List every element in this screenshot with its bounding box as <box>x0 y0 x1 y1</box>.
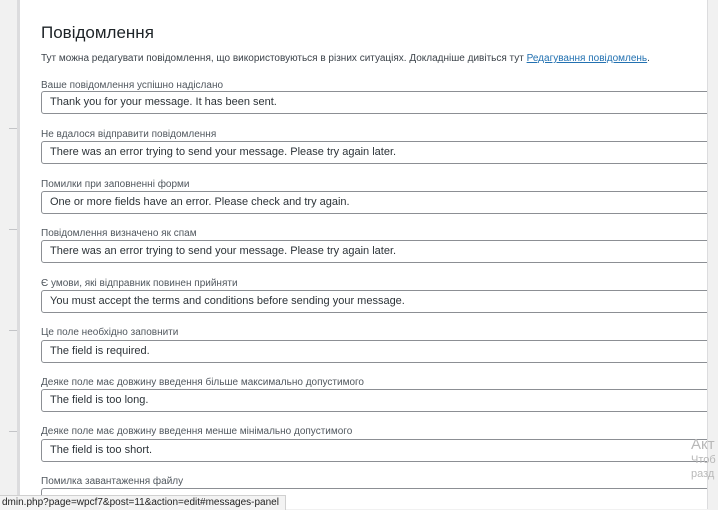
field-label-mail-sent-ok: Ваше повідомлення успішно надіслано <box>41 80 224 91</box>
messages-panel: Повідомлення Тут можна редагувати повідо… <box>20 0 708 509</box>
editing-messages-link[interactable]: Редагування повідомлень <box>527 53 648 64</box>
panel-title: Повідомлення <box>41 23 154 42</box>
field-input-spam[interactable]: There was an error trying to send your m… <box>41 240 707 263</box>
field-label-invalid-too-long: Деяке поле має довжину введення більше м… <box>41 377 364 388</box>
activation-line-1: Акт <box>691 436 715 453</box>
field-input-accept-terms[interactable]: You must accept the terms and conditions… <box>41 290 707 313</box>
field-label-validation-error: Помилки при заповненні форми <box>41 179 190 190</box>
browser-status-bar: dmin.php?page=wpcf7&post=11&action=edit#… <box>0 495 286 510</box>
field-label-spam: Повідомлення визначено як спам <box>41 228 197 239</box>
panel-description: Тут можна редагувати повідомлення, що ви… <box>41 53 701 64</box>
activation-line-2: Чтоб <box>691 454 716 466</box>
field-input-validation-error[interactable]: One or more fields have an error. Please… <box>41 191 707 214</box>
field-input-mail-sent-ok[interactable]: Thank you for your message. It has been … <box>41 91 707 114</box>
field-label-invalid-required: Це поле необхідно заповнити <box>41 327 179 338</box>
field-label-invalid-too-short: Деяке поле має довжину введення менше мі… <box>41 426 353 437</box>
windows-activation-watermark: Акт Чтоб разд <box>691 436 716 481</box>
field-label-accept-terms: Є умови, які відправник повинен прийняти <box>41 278 238 289</box>
field-label-upload-failed: Помилка завантаження файлу <box>41 476 184 487</box>
field-input-mail-sent-ng[interactable]: There was an error trying to send your m… <box>41 141 707 164</box>
field-input-invalid-too-long[interactable]: The field is too long. <box>41 389 707 412</box>
description-text: Тут можна редагувати повідомлення, що ви… <box>41 53 527 64</box>
field-input-invalid-required[interactable]: The field is required. <box>41 340 707 363</box>
activation-line-3: разд <box>691 468 715 480</box>
field-input-invalid-too-short[interactable]: The field is too short. <box>41 439 707 462</box>
description-end: . <box>647 53 650 64</box>
field-label-mail-sent-ng: Не вдалося відправити повідомлення <box>41 129 217 140</box>
